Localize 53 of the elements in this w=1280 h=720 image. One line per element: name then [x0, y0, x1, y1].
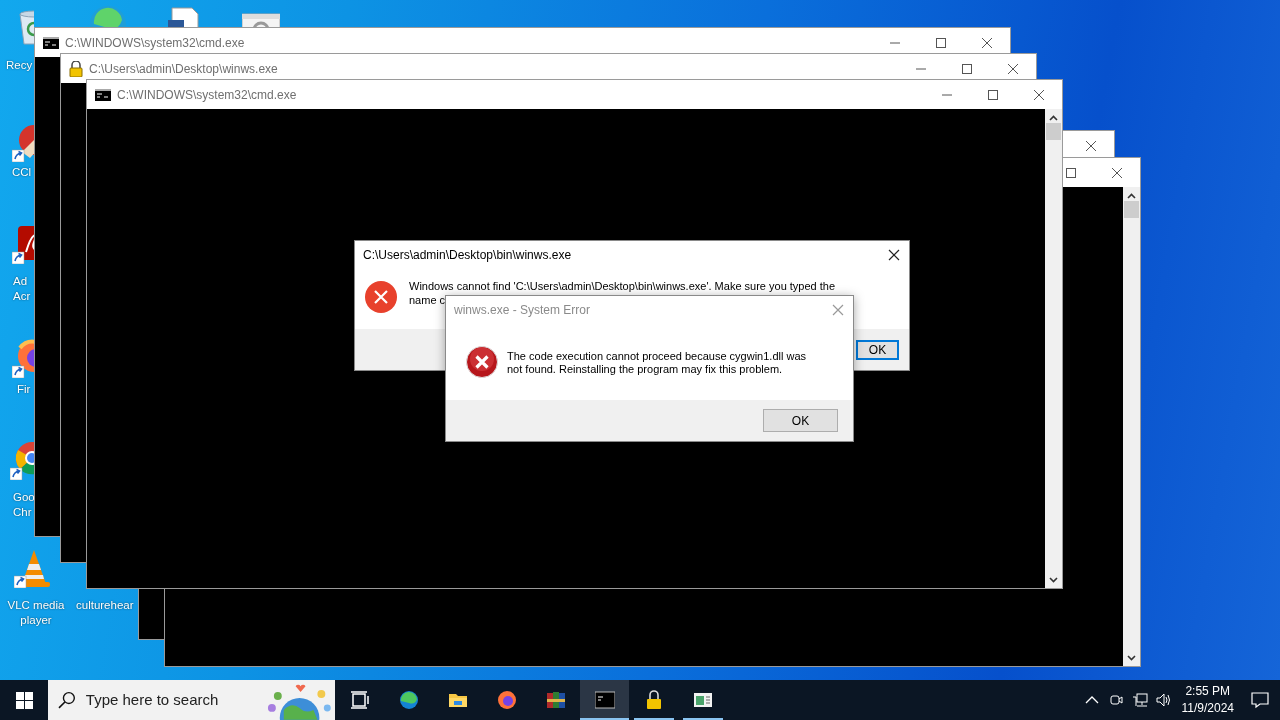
scrollbar-thumb[interactable]: [1124, 201, 1139, 218]
scrollbar[interactable]: [1123, 187, 1140, 666]
search-bar[interactable]: Type here to search: [48, 680, 335, 720]
window-title: C:\WINDOWS\system32\cmd.exe: [117, 86, 297, 104]
close-icon: [1008, 63, 1018, 74]
chat-bubble-icon: [1251, 691, 1269, 709]
window-icon: [692, 690, 713, 710]
icon-label: Goo Chr: [13, 490, 34, 520]
firefox-icon: [496, 690, 517, 710]
clock-date[interactable]: 11/9/2024: [1181, 700, 1234, 717]
close-icon: [1112, 167, 1122, 178]
maximize-icon: [988, 89, 998, 100]
ok-button[interactable]: OK: [856, 339, 899, 360]
padlock-icon: [69, 60, 83, 77]
search-field[interactable]: Type here to search: [83, 687, 254, 713]
task-view-icon: [349, 690, 370, 710]
console-icon: [594, 690, 615, 710]
network-icon: [1131, 692, 1148, 708]
scrollbar[interactable]: [1045, 109, 1062, 588]
ok-button[interactable]: OK: [763, 409, 838, 432]
error-icon: [365, 281, 397, 313]
camera-icon: [1107, 692, 1124, 708]
window-title: C:\WINDOWS\system32\cmd.exe: [65, 34, 245, 52]
windows-logo-icon: [15, 691, 33, 709]
console-icon: [43, 36, 59, 49]
window-title: C:\Users\admin\Desktop\winws.exe: [89, 60, 278, 78]
close-icon: [982, 37, 992, 48]
clock-time[interactable]: 2:55 PM: [1181, 683, 1234, 700]
running-indicator: [633, 718, 674, 720]
maximize-icon: [936, 37, 946, 48]
dialog-title: C:\Users\admin\Desktop\bin\winws.exe: [363, 247, 572, 264]
maximize-icon: [962, 63, 972, 74]
icon-label: Recy: [6, 58, 34, 73]
books-icon: [545, 690, 566, 710]
error-icon: [466, 346, 498, 378]
volume-icon: [1155, 692, 1172, 708]
running-indicator: [580, 718, 629, 720]
scrollbar-thumb[interactable]: [1046, 123, 1061, 140]
icon-label: Fir: [17, 382, 32, 397]
error-message: The code execution cannot proceed because cygwin1.dll was not found. Reinstalling the program may fix this problem.: [507, 350, 807, 376]
icon-label: Ad Acr: [13, 274, 32, 304]
icon-label: VLC media player: [6, 598, 66, 628]
close-icon: [888, 249, 900, 261]
running-indicator: [682, 718, 723, 720]
search-icon: [58, 691, 76, 709]
console-icon: [95, 88, 111, 101]
maximize-icon: [1066, 167, 1076, 178]
taskbar-button[interactable]: [580, 680, 629, 720]
icon-label: culturehear: [76, 598, 135, 613]
close-icon: [1086, 140, 1096, 151]
icon-label: CCl: [12, 165, 33, 180]
close-icon: [832, 304, 844, 316]
close-icon: [1034, 89, 1044, 100]
